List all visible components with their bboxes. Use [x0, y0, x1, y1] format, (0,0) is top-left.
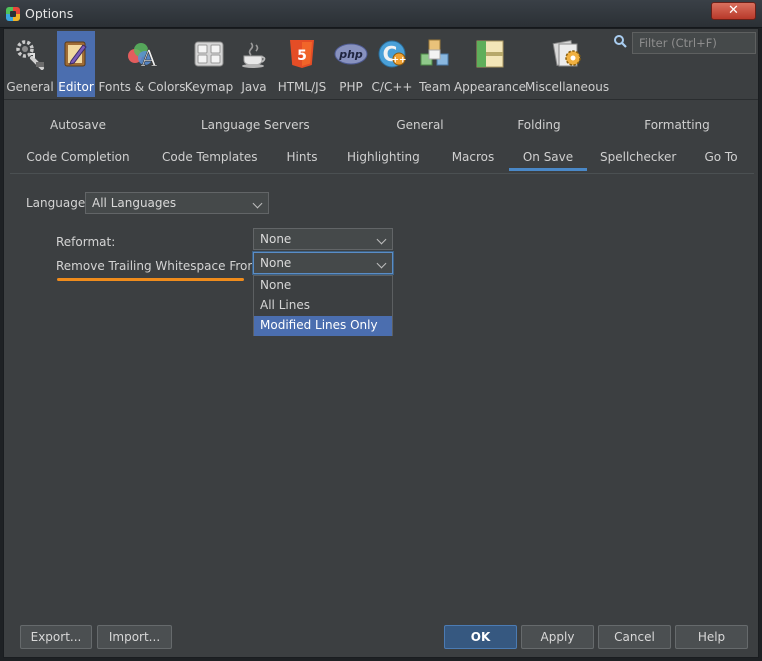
- category-cpp[interactable]: C ++ C/C++: [369, 31, 415, 97]
- reformat-select-value: None: [260, 232, 292, 246]
- chevron-down-icon: [376, 258, 387, 269]
- tab-macros[interactable]: Macros: [450, 145, 496, 171]
- whitespace-label: Remove Trailing Whitespace From:: [56, 259, 264, 273]
- cancel-button[interactable]: Cancel: [598, 625, 671, 649]
- whitespace-select[interactable]: None: [253, 252, 393, 274]
- tab-highlighting[interactable]: Highlighting: [347, 145, 420, 171]
- tab-folding[interactable]: Folding: [514, 113, 564, 139]
- close-button[interactable]: ✕: [711, 2, 756, 20]
- appearance-layout-icon: [473, 37, 507, 71]
- category-keymap[interactable]: Keymap: [185, 31, 233, 97]
- category-appearance[interactable]: Appearance: [453, 31, 527, 97]
- tab-language-servers[interactable]: Language Servers: [201, 113, 310, 139]
- category-html-js[interactable]: 5 HTML/JS: [275, 31, 329, 97]
- category-label: HTML/JS: [277, 80, 327, 94]
- editor-pencil-icon: [59, 37, 93, 71]
- title-bar: Options ✕: [0, 0, 762, 28]
- language-label: Language:: [26, 196, 90, 210]
- misc-gear-icon: [550, 37, 584, 71]
- category-label: Keymap: [184, 80, 234, 94]
- category-label: General: [6, 80, 54, 94]
- category-miscellaneous[interactable]: Miscellaneous: [524, 31, 610, 97]
- php-icon: php: [334, 37, 368, 71]
- export-button[interactable]: Export...: [20, 625, 92, 649]
- tab-spellchecker[interactable]: Spellchecker: [600, 145, 676, 171]
- whitespace-dropdown-list: None All Lines Modified Lines Only: [253, 275, 393, 336]
- window-title: Options: [25, 6, 74, 21]
- filter-input[interactable]: [632, 32, 756, 54]
- category-team[interactable]: Team: [415, 31, 455, 97]
- category-label: Fonts & Colors: [98, 80, 186, 94]
- import-button[interactable]: Import...: [97, 625, 172, 649]
- category-label: Appearance: [453, 80, 527, 94]
- tab-general[interactable]: General: [394, 113, 446, 139]
- dropdown-option-all-lines[interactable]: All Lines: [254, 296, 392, 316]
- options-window: General Editor A Fonts & Colors Keymap J…: [3, 28, 759, 658]
- category-label: Team: [419, 80, 451, 94]
- tab-code-completion[interactable]: Code Completion: [26, 145, 130, 171]
- reformat-label: Reformat:: [56, 235, 116, 249]
- category-label: Miscellaneous: [524, 80, 610, 94]
- team-cubes-icon: [418, 37, 452, 71]
- tab-formatting[interactable]: Formatting: [642, 113, 712, 139]
- language-select[interactable]: All Languages: [85, 192, 269, 214]
- fonts-colors-icon: A: [125, 37, 159, 71]
- chevron-down-icon: [376, 234, 387, 245]
- tab-go-to[interactable]: Go To: [701, 145, 741, 171]
- chevron-down-icon: [252, 198, 263, 209]
- wrench-gear-icon: [13, 37, 47, 71]
- search-icon: [613, 34, 627, 48]
- tabs-divider: [10, 173, 754, 174]
- category-label: C/C++: [371, 80, 413, 94]
- tab-code-templates[interactable]: Code Templates: [162, 145, 258, 171]
- category-editor[interactable]: Editor: [57, 31, 95, 97]
- category-fonts-colors[interactable]: A Fonts & Colors: [99, 31, 185, 97]
- html5-icon: 5: [285, 37, 319, 71]
- tab-on-save[interactable]: On Save: [509, 145, 587, 171]
- keyboard-icon: [192, 37, 226, 71]
- toolbar-divider: [4, 99, 758, 100]
- filter-search: [612, 31, 756, 55]
- reformat-select[interactable]: None: [253, 228, 393, 250]
- ok-button[interactable]: OK: [444, 625, 517, 649]
- dropdown-option-modified-lines-only[interactable]: Modified Lines Only: [254, 316, 392, 336]
- svg-text:5: 5: [297, 48, 307, 64]
- category-general[interactable]: General: [6, 31, 54, 97]
- svg-text:php: php: [338, 48, 363, 61]
- highlight-underline: [57, 278, 244, 281]
- category-toolbar: General Editor A Fonts & Colors Keymap J…: [6, 31, 610, 99]
- category-java[interactable]: Java: [237, 31, 271, 97]
- category-php[interactable]: php PHP: [333, 31, 369, 97]
- whitespace-select-value: None: [260, 256, 292, 270]
- java-cup-icon: [237, 37, 271, 71]
- category-label: Editor: [58, 80, 94, 94]
- help-button[interactable]: Help: [675, 625, 748, 649]
- dropdown-option-none[interactable]: None: [254, 276, 392, 296]
- apply-button[interactable]: Apply: [521, 625, 594, 649]
- category-label: Java: [241, 80, 267, 94]
- tab-hints[interactable]: Hints: [284, 145, 320, 171]
- tab-autosave[interactable]: Autosave: [48, 113, 108, 139]
- svg-text:++: ++: [391, 56, 406, 66]
- app-logo-icon: [6, 7, 20, 21]
- category-label: PHP: [339, 80, 363, 94]
- language-select-value: All Languages: [92, 196, 177, 210]
- cpp-icon: C ++: [375, 37, 409, 71]
- svg-text:A: A: [140, 47, 158, 70]
